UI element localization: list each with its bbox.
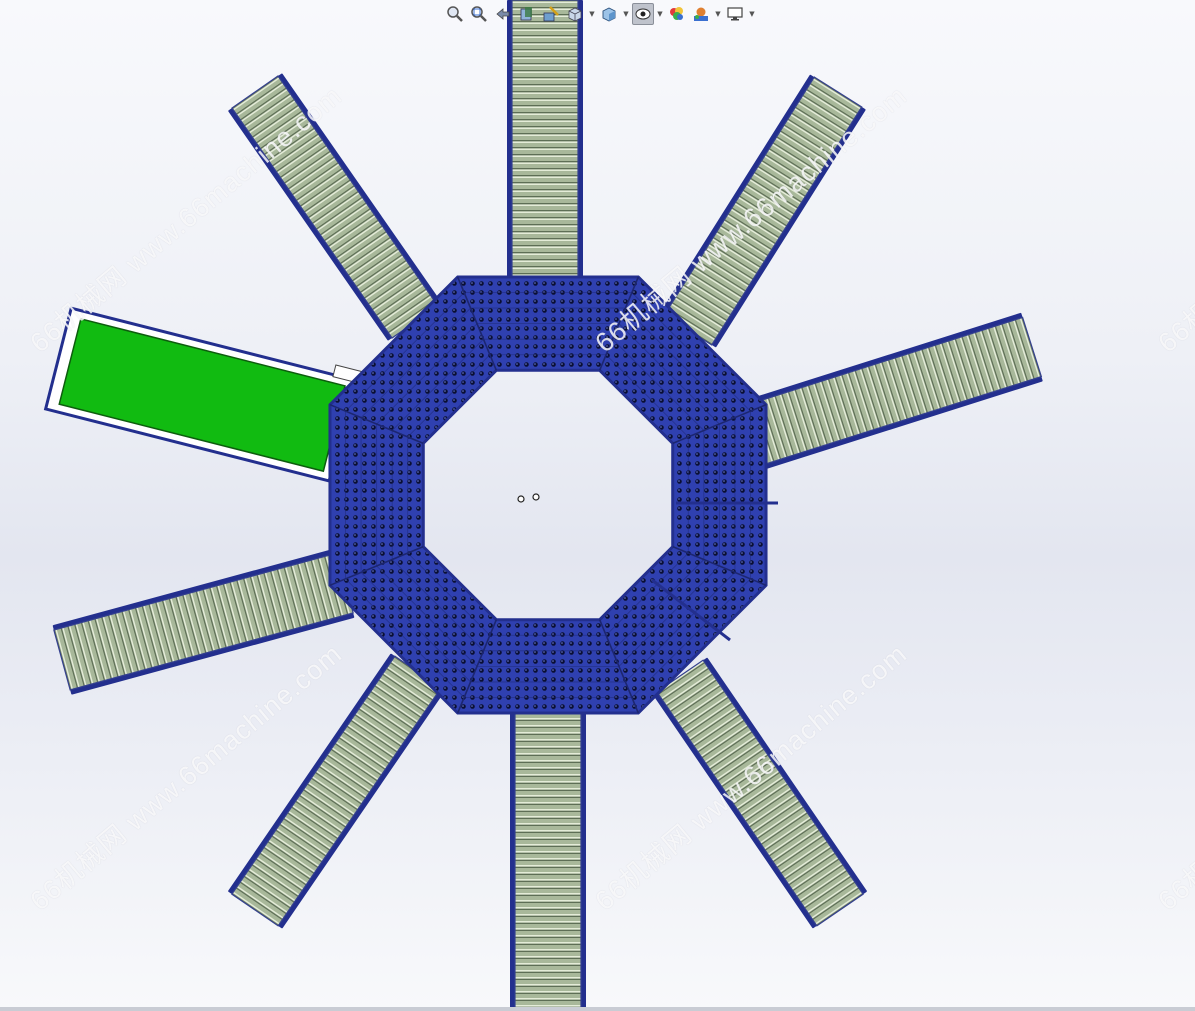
appearance-icon[interactable] (666, 3, 688, 25)
zoom-area-icon[interactable] (468, 3, 490, 25)
roller-conveyor-left[interactable] (52, 548, 355, 695)
roller-conveyor-upper-right[interactable] (660, 74, 866, 348)
hub-ball-table[interactable] (328, 275, 768, 715)
origin-marker (532, 493, 540, 501)
chevron-down-icon[interactable]: ▼ (588, 3, 596, 25)
chevron-down-icon[interactable]: ▼ (714, 3, 722, 25)
view-orientation-icon[interactable] (564, 3, 586, 25)
hub-details (517, 493, 540, 503)
scene-icon[interactable] (690, 3, 712, 25)
roller-conveyor-top[interactable] (507, 0, 583, 286)
roller-conveyor-lower-right[interactable] (653, 657, 867, 929)
chevron-down-icon[interactable]: ▼ (656, 3, 664, 25)
display-style-icon[interactable] (598, 3, 620, 25)
roller-conveyor-bottom[interactable] (510, 709, 586, 1008)
heads-up-view-toolbar: ▼ ▼ ▼ ▼ ▼ (444, 1, 804, 27)
section-view-icon[interactable] (516, 3, 538, 25)
previous-view-icon[interactable] (492, 3, 514, 25)
roller-conveyor-right[interactable] (734, 312, 1043, 473)
zoom-fit-icon[interactable] (444, 3, 466, 25)
chevron-down-icon[interactable]: ▼ (748, 3, 756, 25)
hide-show-icon[interactable] (632, 3, 654, 25)
annotation-view-icon[interactable] (540, 3, 562, 25)
green-belt-conveyor[interactable] (43, 298, 366, 483)
radial-conveyors (43, 0, 1043, 1008)
roller-conveyor-lower-left[interactable] (228, 653, 445, 929)
chevron-down-icon[interactable]: ▼ (622, 3, 630, 25)
graphics-viewport[interactable] (0, 0, 1195, 1008)
roller-conveyor-upper-left[interactable] (228, 73, 442, 341)
monitor-icon[interactable] (724, 3, 746, 25)
origin-marker (517, 495, 525, 503)
model-view[interactable] (0, 0, 1195, 1008)
status-divider (0, 1007, 1195, 1011)
